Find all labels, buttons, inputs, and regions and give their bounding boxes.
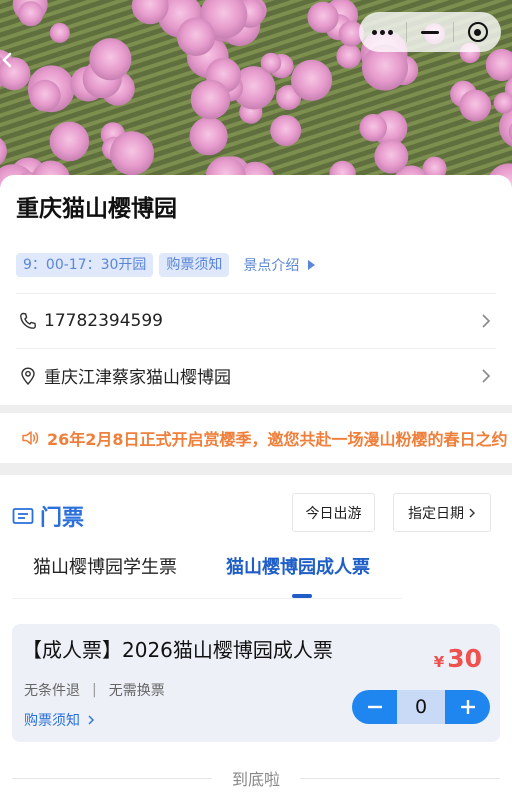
active-tab-indicator	[292, 594, 312, 598]
blossom-tree	[176, 17, 216, 56]
chevron-right-icon	[482, 368, 491, 383]
hero-image	[0, 0, 512, 200]
tickets-header: 门票	[12, 500, 84, 532]
blossom-tree	[336, 43, 362, 69]
quantity-stepper: 0	[352, 690, 490, 724]
pick-date-button[interactable]: 指定日期	[393, 493, 491, 532]
blossom-tree	[49, 22, 70, 43]
phone-row[interactable]: 17782394599	[16, 293, 496, 347]
scenic-intro-label: 景点介绍	[243, 258, 300, 274]
minimize-button[interactable]	[407, 12, 454, 52]
blossom-tree	[307, 1, 339, 33]
feature-no-exchange: 无需换票	[108, 683, 165, 699]
feature-refund: 无条件退	[24, 683, 80, 699]
blossom-tree	[291, 59, 333, 101]
ticket-features: 无条件退 | 无需换票	[24, 680, 165, 700]
blossom-tree	[190, 79, 231, 120]
play-triangle-icon	[308, 260, 316, 270]
phone-number: 17782394599	[44, 310, 163, 331]
blossom-tree	[49, 121, 90, 162]
tickets-title: 门票	[40, 506, 85, 531]
speaker-icon	[22, 431, 39, 445]
blossom-tree	[270, 115, 302, 146]
park-info-card: 重庆猫山樱博园 9：00-17：30开园 购票须知 景点介绍 177823945…	[0, 175, 512, 407]
end-of-list-text: 到底啦	[232, 770, 281, 789]
minus-icon	[367, 705, 382, 709]
plus-icon	[460, 700, 475, 714]
phone-icon	[20, 312, 37, 329]
ticket-price: ¥ 30	[434, 644, 482, 673]
ticket-name: 【成人票】2026猫山樱博园成人票	[22, 638, 333, 662]
back-arrow-icon[interactable]	[0, 48, 14, 72]
blossom-tree	[189, 117, 228, 156]
price-amount: 30	[447, 644, 482, 673]
divider-line	[300, 777, 501, 779]
page-title: 重庆猫山樱博园	[16, 196, 177, 222]
target-icon	[467, 22, 488, 42]
increase-button[interactable]	[445, 690, 490, 724]
chevron-right-icon	[482, 313, 491, 328]
ticket-icon	[12, 508, 34, 524]
chevron-right-icon	[469, 508, 475, 517]
ticket-type-tabs: 猫山樱博园学生票 猫山樱博园成人票	[12, 543, 402, 599]
address-row[interactable]: 重庆江津蔡家猫山樱博园	[16, 348, 496, 402]
blossom-tree	[459, 89, 492, 122]
today-visit-button[interactable]: 今日出游	[292, 493, 375, 532]
feature-separator: |	[92, 682, 97, 698]
address-text: 重庆江津蔡家猫山樱博园	[44, 368, 231, 388]
ticket-item-card: 【成人票】2026猫山樱博园成人票 ¥ 30 无条件退 | 无需换票 购票须知 …	[12, 624, 500, 742]
divider-line	[12, 777, 212, 779]
close-target-button[interactable]	[454, 12, 501, 52]
park-tags: 9：00-17：30开园 购票须知 景点介绍	[16, 253, 316, 277]
blossom-tree	[110, 131, 154, 176]
ticket-notice-label: 购票须知	[24, 713, 80, 729]
announcement-text: 26年2月8日正式开启赏樱季，邀您共赴一场漫山粉樱的春日之约	[47, 430, 508, 449]
blossom-tree	[260, 52, 282, 74]
quantity-value[interactable]: 0	[397, 690, 445, 724]
opening-hours-tag: 9：00-17：30开园	[16, 253, 154, 277]
scenic-intro-link[interactable]: 景点介绍	[243, 255, 316, 275]
currency-symbol: ¥	[433, 653, 445, 671]
section-divider	[0, 405, 512, 413]
section-divider	[0, 463, 512, 475]
end-of-list: 到底啦	[12, 766, 501, 790]
blossom-tree	[29, 79, 61, 112]
tab-student-ticket[interactable]: 猫山樱博园学生票	[33, 553, 177, 579]
chevron-right-icon	[88, 715, 94, 725]
decrease-button[interactable]	[352, 690, 397, 724]
tab-adult-ticket[interactable]: 猫山樱博园成人票	[226, 553, 370, 579]
location-pin-icon	[21, 366, 35, 385]
more-dots-icon	[371, 29, 393, 35]
blossom-tree	[374, 139, 409, 174]
blossom-tree	[89, 38, 132, 81]
blossom-tree	[18, 1, 44, 27]
blossom-tree	[359, 114, 388, 142]
ticket-notice-tag[interactable]: 购票须知	[159, 253, 230, 277]
announcement-bar[interactable]: 26年2月8日正式开启赏樱季，邀您共赴一场漫山粉樱的春日之约	[0, 414, 512, 462]
mini-program-capsule	[359, 12, 501, 52]
more-button[interactable]	[359, 12, 406, 52]
minimize-icon	[421, 30, 439, 34]
pick-date-label: 指定日期	[408, 505, 464, 522]
ticket-notice-link[interactable]: 购票须知	[24, 710, 95, 730]
